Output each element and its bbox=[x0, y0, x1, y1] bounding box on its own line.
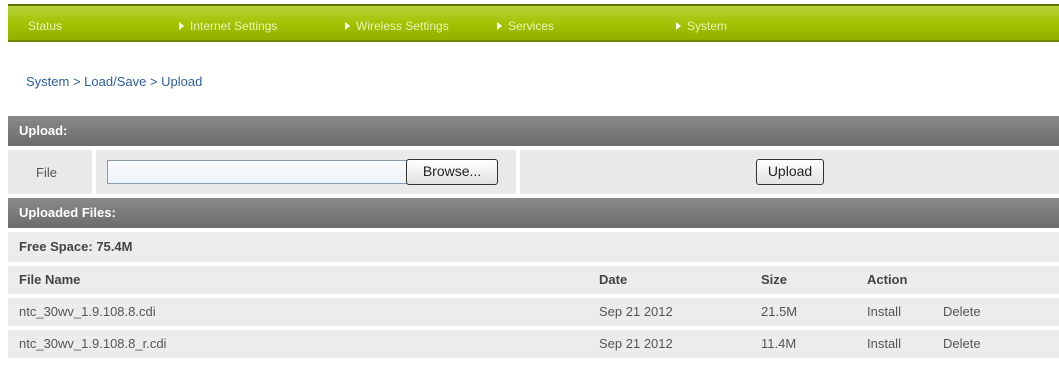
size-cell: 11.4M bbox=[761, 336, 797, 351]
column-header-size: Size bbox=[761, 272, 788, 287]
free-space-text: Free Space: 75.4M bbox=[19, 239, 133, 254]
column-header-file-name: File Name bbox=[19, 272, 81, 287]
nav-services[interactable]: Services bbox=[497, 19, 554, 33]
top-nav-bar: Status Internet Settings Wireless Settin… bbox=[8, 4, 1059, 42]
browse-button[interactable]: Browse... bbox=[406, 159, 498, 185]
file-label: File bbox=[36, 165, 57, 180]
triangle-right-icon bbox=[345, 22, 350, 30]
nav-wireless-settings[interactable]: Wireless Settings bbox=[345, 19, 449, 33]
column-header-date: Date bbox=[599, 272, 628, 287]
nav-label: Services bbox=[508, 19, 555, 33]
delete-link[interactable]: Delete bbox=[943, 330, 981, 358]
upload-section-header: Upload: bbox=[8, 116, 1059, 146]
nav-label: Internet Settings bbox=[190, 19, 278, 33]
install-link[interactable]: Install bbox=[867, 298, 901, 326]
file-path-field[interactable] bbox=[107, 160, 407, 184]
triangle-right-icon bbox=[676, 22, 681, 30]
files-table-header: File Name Date Size Action bbox=[8, 266, 1059, 294]
file-label-cell: File bbox=[8, 150, 92, 194]
delete-link[interactable]: Delete bbox=[943, 298, 981, 326]
date-cell: Sep 21 2012 bbox=[599, 336, 673, 351]
nav-label: Wireless Settings bbox=[356, 19, 449, 33]
size-cell: 21.5M bbox=[761, 304, 798, 319]
triangle-right-icon bbox=[179, 22, 184, 30]
upload-button[interactable]: Upload bbox=[756, 159, 824, 185]
nav-system[interactable]: System bbox=[676, 19, 727, 33]
date-cell: Sep 21 2012 bbox=[599, 304, 673, 319]
column-header-action: Action bbox=[867, 272, 908, 287]
nav-status[interactable]: Status bbox=[28, 19, 62, 33]
nav-label: System bbox=[687, 19, 728, 33]
uploaded-files-section-header: Uploaded Files: bbox=[8, 198, 1059, 228]
free-space-row: Free Space: 75.4M bbox=[8, 232, 1059, 262]
nav-internet-settings[interactable]: Internet Settings bbox=[179, 19, 277, 33]
table-row: ntc_30wv_1.9.108.8.cdi Sep 21 2012 21.5M… bbox=[8, 298, 1059, 326]
install-link[interactable]: Install bbox=[867, 330, 901, 358]
file-name-cell: ntc_30wv_1.9.108.8_r.cdi bbox=[19, 336, 167, 351]
breadcrumb: System > Load/Save > Upload bbox=[26, 74, 203, 89]
table-row: ntc_30wv_1.9.108.8_r.cdi Sep 21 2012 11.… bbox=[8, 330, 1059, 358]
triangle-right-icon bbox=[497, 22, 502, 30]
file-name-cell: ntc_30wv_1.9.108.8.cdi bbox=[19, 304, 156, 319]
